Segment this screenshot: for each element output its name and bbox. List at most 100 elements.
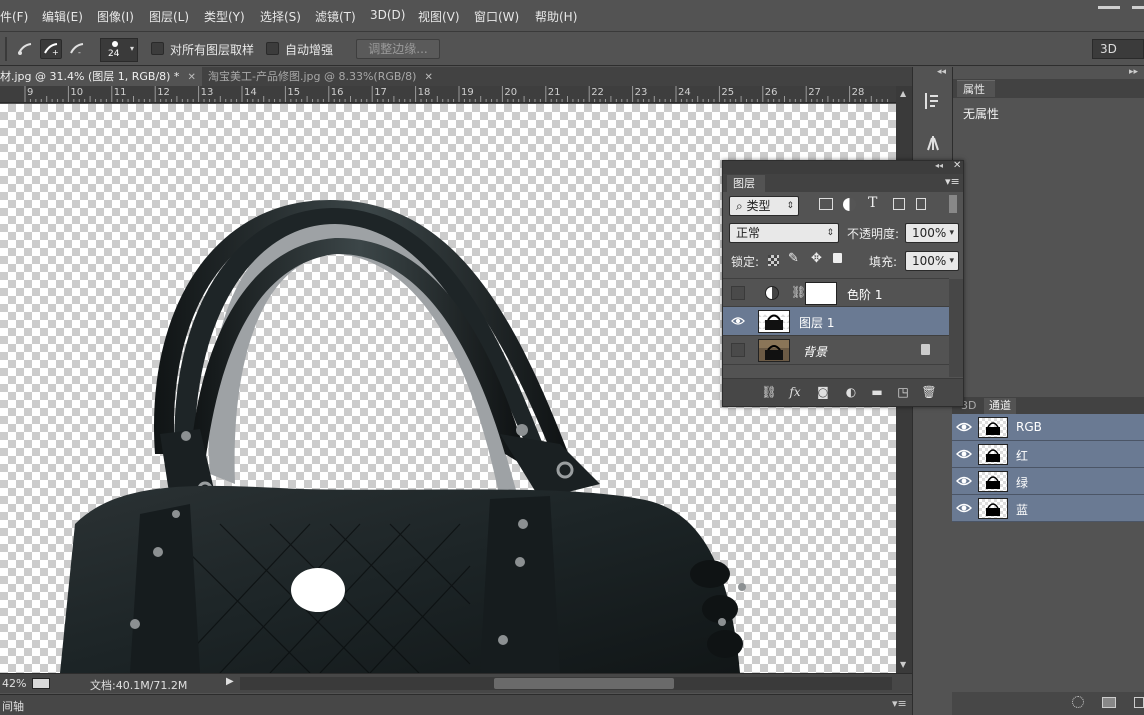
menu-image[interactable]: 图像(I) — [97, 8, 134, 25]
layer-thumbnail[interactable] — [758, 339, 790, 362]
filter-shape-icon[interactable] — [893, 198, 905, 210]
scroll-down-icon[interactable]: ▼ — [900, 660, 906, 669]
ruler-tick-label: 15 — [287, 87, 301, 98]
opacity-value: 100% — [912, 226, 947, 240]
link-layers-icon[interactable]: ⛓ — [761, 385, 777, 399]
channel-row-rgb[interactable]: RGB — [952, 414, 1144, 441]
panel-menu-icon[interactable]: ▾≡ — [892, 697, 907, 710]
channel-row-blue[interactable]: 蓝 — [952, 495, 1144, 522]
add-mask-icon[interactable]: ◙ — [815, 385, 831, 399]
restore-icon[interactable] — [1132, 6, 1144, 9]
tab-document-2[interactable]: 淘宝美工-产品修图.jpg @ 8.33%(RGB/8) ✕ — [208, 67, 458, 86]
ruler-tick-label: 23 — [634, 87, 648, 98]
save-selection-icon[interactable] — [1102, 697, 1116, 708]
lock-pixels-icon[interactable]: ✎ — [788, 251, 799, 266]
layer-row-levels[interactable]: ⛓ 色阶 1 — [723, 278, 949, 307]
lock-position-icon[interactable]: ✥ — [811, 251, 822, 266]
workspace-select[interactable]: 3D — [1092, 39, 1144, 59]
lock-all-icon[interactable] — [833, 253, 842, 263]
menu-3d[interactable]: 3D(D) — [370, 8, 405, 22]
eye-icon[interactable] — [956, 420, 972, 434]
add-selection-brush-icon[interactable]: + — [40, 39, 62, 59]
menu-type[interactable]: 类型(Y) — [204, 8, 245, 25]
channel-thumbnail — [978, 444, 1008, 465]
delete-layer-icon[interactable]: 🗑 — [921, 385, 937, 399]
filter-smart-object-icon[interactable] — [916, 198, 926, 210]
close-icon[interactable]: ✕ — [953, 160, 961, 171]
channel-row-green[interactable]: 绿 — [952, 468, 1144, 495]
filter-toggle[interactable] — [949, 195, 957, 213]
fill-input[interactable]: 100% ▾ — [905, 251, 959, 271]
menu-window[interactable]: 窗口(W) — [474, 8, 519, 25]
visibility-toggle[interactable] — [731, 286, 745, 300]
link-icon[interactable]: ⛓ — [791, 285, 806, 299]
subtract-selection-brush-icon[interactable]: - — [66, 39, 88, 59]
menu-file[interactable]: 件(F) — [0, 8, 28, 25]
scroll-thumb[interactable] — [494, 678, 674, 689]
tab-layers[interactable]: 图层 — [727, 175, 765, 192]
layer-thumbnail[interactable] — [758, 310, 790, 333]
timeline-label[interactable]: 间轴 — [2, 698, 24, 714]
status-menu-icon[interactable]: ▶ — [226, 676, 234, 687]
auto-enhance-checkbox[interactable] — [266, 42, 279, 55]
new-adjustment-icon[interactable]: ◐ — [843, 385, 859, 399]
channel-row-red[interactable]: 红 — [952, 441, 1144, 468]
layers-panel: ◂◂ ✕ 图层 ▾≡ ⌕ 类型 ⇕ T 正常 ⇕ 不透明度: 100% ▾ 锁定: ✎… — [722, 160, 964, 407]
layers-scrollbar[interactable] — [949, 279, 963, 377]
eye-icon[interactable] — [956, 501, 972, 515]
collapse-icon[interactable]: ◂◂ — [937, 67, 946, 77]
zoom-level[interactable]: 42% — [2, 677, 26, 690]
new-group-icon[interactable]: ▬ — [869, 385, 885, 399]
lock-icon — [921, 344, 930, 355]
visibility-toggle[interactable] — [731, 343, 745, 357]
tab-active-document[interactable]: 材.jpg @ 31.4% (图层 1, RGB/8) * ✕ — [0, 67, 202, 86]
layers-footer: ⛓ fx ◙ ◐ ▬ ◳ 🗑 — [723, 378, 963, 406]
filter-type-icon[interactable]: T — [868, 195, 877, 211]
brush-size-picker[interactable]: 24 ▾ — [100, 38, 138, 62]
layer-style-icon[interactable]: fx — [787, 385, 803, 399]
close-icon[interactable]: ✕ — [424, 72, 432, 83]
refine-edge-button[interactable]: 调整边缘... — [356, 39, 440, 59]
menu-select[interactable]: 选择(S) — [260, 8, 301, 25]
menu-help[interactable]: 帮助(H) — [535, 8, 577, 25]
horizontal-ruler: 9 10 11 12 13 14 15 16 17 18 19 20 21 22 23 24 25 26 27 28 — [0, 86, 896, 103]
new-layer-icon[interactable]: ◳ — [895, 385, 911, 399]
close-icon[interactable]: ✕ — [187, 72, 195, 83]
menu-view[interactable]: 视图(V) — [418, 8, 460, 25]
eye-icon[interactable] — [956, 474, 972, 488]
sample-all-layers-checkbox[interactable] — [151, 42, 164, 55]
menu-edit[interactable]: 编辑(E) — [42, 8, 83, 25]
tab-channels[interactable]: 通道 — [984, 398, 1016, 414]
filter-pixel-icon[interactable] — [819, 198, 833, 210]
layer-mask-thumbnail[interactable] — [805, 282, 837, 305]
menu-layer[interactable]: 图层(L) — [149, 8, 189, 25]
collapse-icon[interactable]: ▸▸ — [1129, 67, 1138, 77]
load-selection-icon[interactable] — [1072, 696, 1084, 708]
filter-adjustment-icon[interactable] — [843, 198, 856, 211]
minimize-icon[interactable] — [1098, 6, 1120, 9]
opacity-input[interactable]: 100% ▾ — [905, 223, 959, 243]
timeline-bar: 间轴 ▾≡ — [0, 694, 912, 715]
horizontal-scrollbar[interactable] — [240, 677, 892, 690]
ruler-tick-label: 11 — [113, 87, 127, 98]
panel-menu-icon[interactable]: ▾≡ — [945, 175, 960, 188]
history-icon[interactable] — [921, 89, 945, 113]
channels-header: 3D 通道 — [952, 397, 1144, 414]
menu-filter[interactable]: 滤镜(T) — [315, 8, 356, 25]
channels-panel: 3D 通道 RGB 红 绿 蓝 — [952, 397, 1144, 715]
scroll-up-icon[interactable]: ▲ — [900, 89, 906, 98]
document-size: 文档:40.1M/71.2M — [90, 679, 188, 692]
layer-row-layer1[interactable]: 图层 1 — [723, 307, 949, 336]
tab-properties[interactable]: 属性 — [957, 80, 995, 97]
panel-titlebar[interactable]: ◂◂ ✕ — [723, 160, 963, 174]
new-selection-brush-icon[interactable] — [14, 39, 36, 59]
filter-kind-select[interactable]: ⌕ 类型 ⇕ — [729, 196, 799, 216]
eye-icon[interactable] — [956, 447, 972, 461]
eye-icon[interactable] — [731, 314, 745, 328]
tool-presets-icon[interactable] — [921, 130, 945, 154]
collapse-icon[interactable]: ◂◂ — [935, 161, 943, 170]
lock-transparency-icon[interactable] — [768, 255, 779, 266]
layer-row-background[interactable]: 背景 — [723, 336, 949, 365]
blend-mode-select[interactable]: 正常 ⇕ — [729, 223, 839, 243]
new-channel-icon[interactable] — [1134, 697, 1144, 708]
